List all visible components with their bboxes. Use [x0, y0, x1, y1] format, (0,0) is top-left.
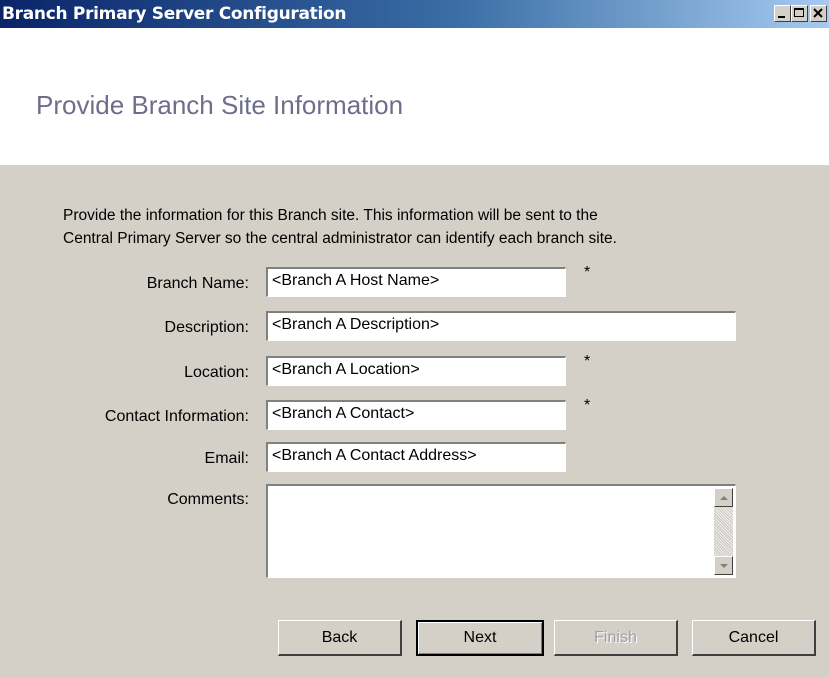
minimize-icon: [778, 16, 785, 18]
location-label: Location:: [184, 364, 249, 381]
window-title: Branch Primary Server Configuration: [2, 4, 347, 24]
cancel-button[interactable]: Cancel: [692, 620, 816, 656]
branch-name-label: Branch Name:: [146, 275, 249, 292]
intro-line-2: Central Primary Server so the central ad…: [63, 230, 617, 247]
close-button[interactable]: [810, 5, 827, 22]
location-required-mark: *: [584, 353, 591, 370]
email-field[interactable]: <Branch A Contact Address>: [266, 442, 566, 472]
scroll-up-arrow-icon: [720, 496, 728, 500]
finish-button[interactable]: Finish: [554, 620, 678, 656]
title-bar[interactable]: Branch Primary Server Configuration: [0, 0, 829, 28]
comments-scrollbar[interactable]: [714, 488, 733, 575]
close-icon: [813, 8, 823, 18]
comments-label: Comments:: [167, 491, 249, 508]
description-label: Description:: [164, 319, 249, 336]
intro-text: Provide the information for this Branch …: [63, 204, 803, 250]
scroll-up-button[interactable]: [714, 488, 733, 507]
contact-required-mark: *: [584, 397, 591, 414]
branch-name-required-mark: *: [584, 264, 591, 281]
intro-line-1: Provide the information for this Branch …: [63, 207, 598, 224]
email-label: Email:: [204, 450, 249, 467]
maximize-icon: [794, 8, 804, 17]
maximize-button[interactable]: [791, 5, 808, 22]
comments-textarea[interactable]: [266, 484, 736, 578]
contact-information-label: Contact Information:: [104, 408, 249, 425]
wizard-header: Provide Branch Site Information: [0, 28, 829, 165]
location-field[interactable]: <Branch A Location>: [266, 356, 566, 386]
scroll-down-button[interactable]: [714, 556, 733, 575]
back-button[interactable]: Back: [278, 620, 402, 656]
scroll-down-arrow-icon: [720, 564, 728, 568]
contact-information-field[interactable]: <Branch A Contact>: [266, 400, 566, 430]
description-field[interactable]: <Branch A Description>: [266, 311, 736, 341]
branch-name-field[interactable]: <Branch A Host Name>: [266, 267, 566, 297]
minimize-button[interactable]: [774, 5, 791, 22]
page-heading: Provide Branch Site Information: [36, 90, 404, 120]
scrollbar-track[interactable]: [714, 507, 733, 556]
next-button[interactable]: Next: [416, 620, 544, 656]
